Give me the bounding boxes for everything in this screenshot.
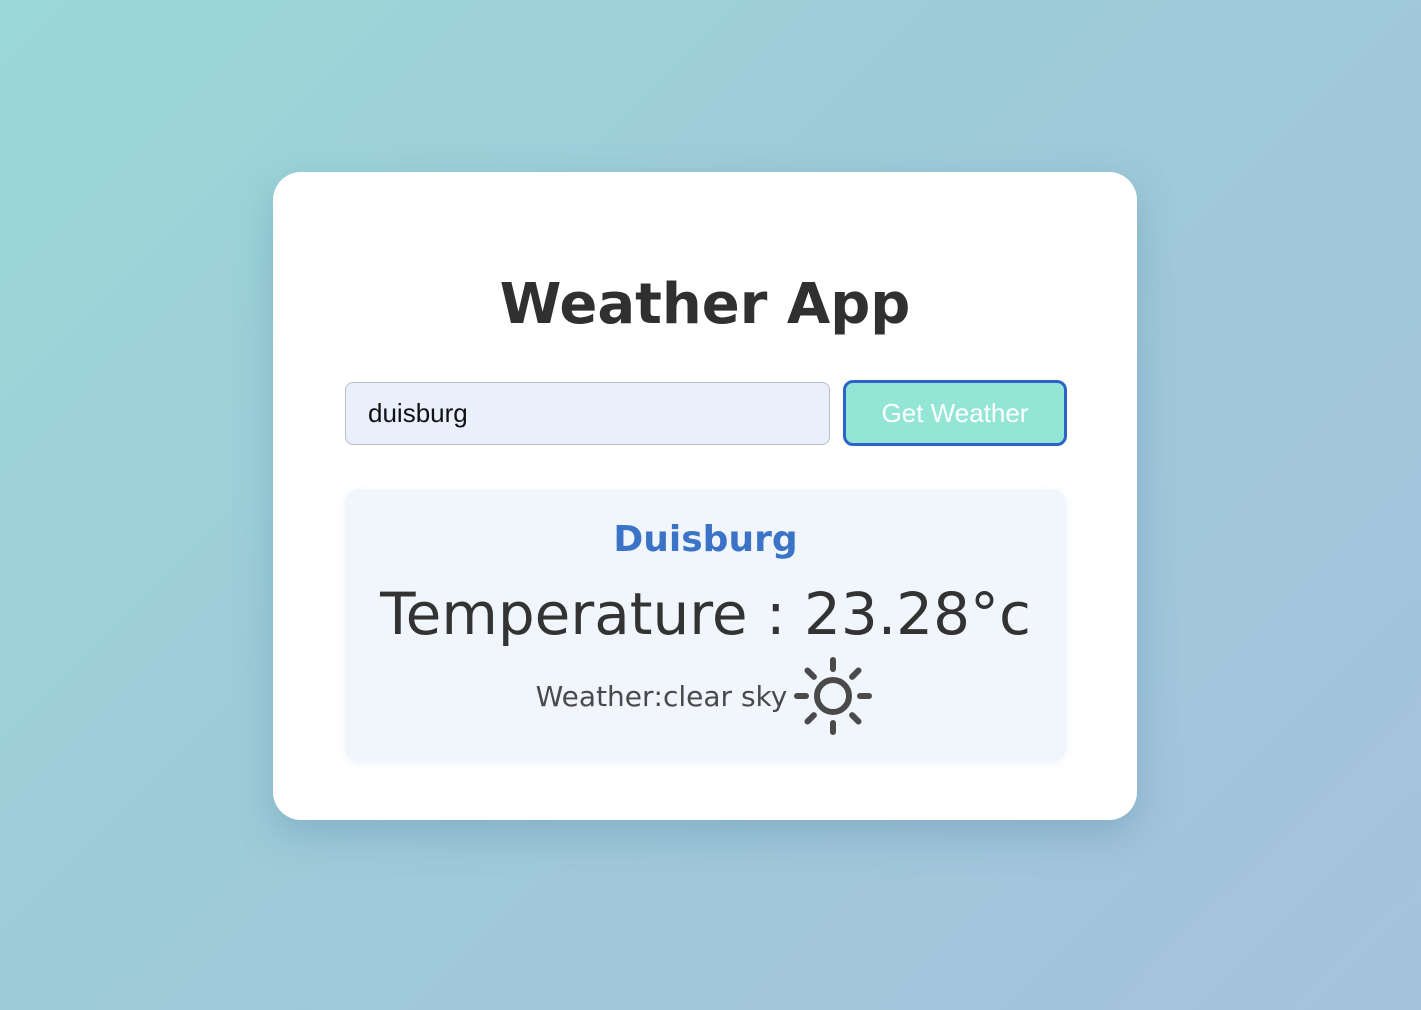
weather-description: clear sky xyxy=(662,679,788,713)
temperature-value: 23.28 xyxy=(803,580,970,648)
sun-icon xyxy=(791,654,875,738)
city-name: Duisburg xyxy=(613,519,798,560)
weather-label: Weather xyxy=(535,679,654,713)
weather-card: Weather App Get Weather Duisburg Tempera… xyxy=(273,172,1137,820)
weather-result-panel: Duisburg Temperature : 23.28°c Weather :… xyxy=(345,489,1066,762)
get-weather-button[interactable]: Get Weather xyxy=(843,380,1067,446)
temperature-separator: : xyxy=(747,580,804,648)
weather-condition: Weather : clear sky xyxy=(345,654,1066,738)
weather-separator: : xyxy=(653,679,663,713)
city-search-input[interactable] xyxy=(345,382,830,445)
temperature-readout: Temperature : 23.28°c xyxy=(345,577,1066,651)
temperature-unit: °c xyxy=(969,580,1031,648)
page-title: Weather App xyxy=(499,272,911,337)
temperature-label: Temperature xyxy=(380,580,748,648)
